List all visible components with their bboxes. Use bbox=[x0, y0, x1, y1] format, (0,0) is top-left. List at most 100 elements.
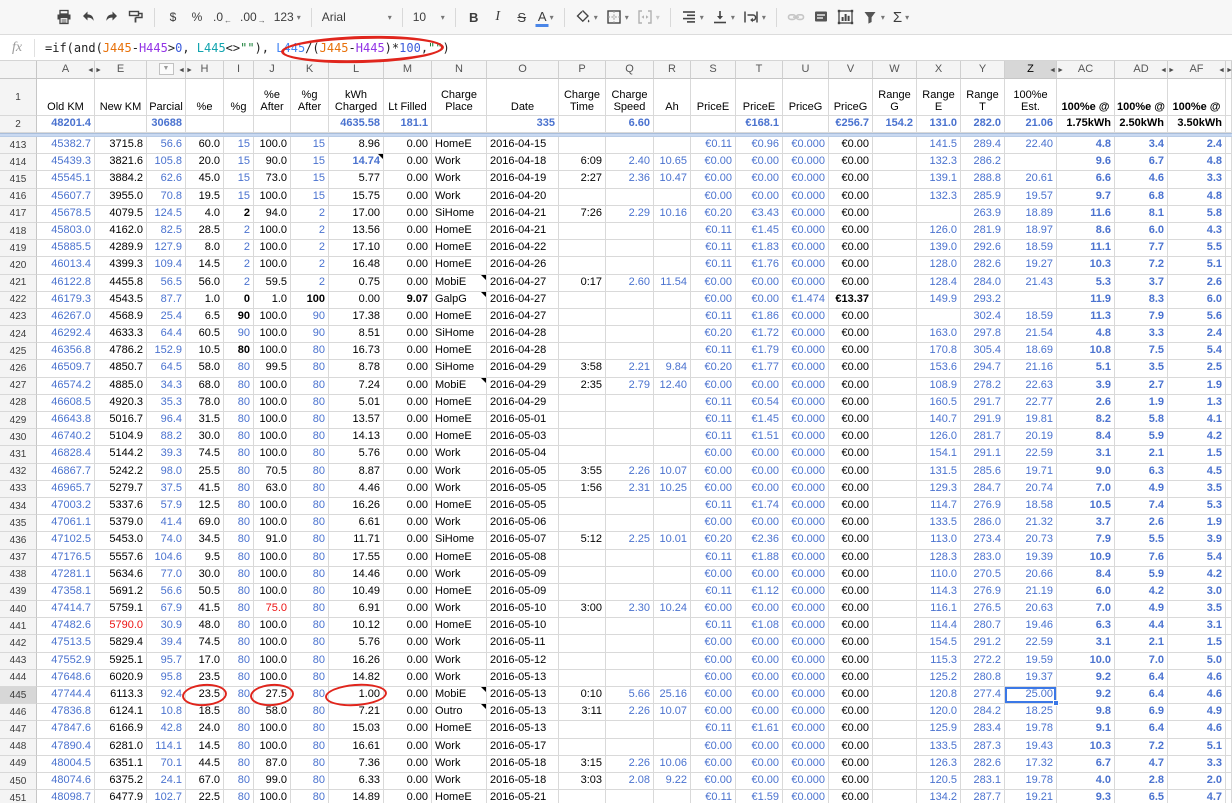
cell-Y440[interactable]: 276.5 bbox=[961, 601, 1005, 618]
cell-M418[interactable]: 0.00 bbox=[384, 223, 432, 240]
column-header-AF[interactable]: ▶◀AF bbox=[1168, 61, 1226, 79]
cell-J436[interactable]: 91.0 bbox=[254, 532, 291, 549]
cell-P425[interactable] bbox=[559, 343, 606, 360]
cell-I418[interactable]: 2 bbox=[224, 223, 254, 240]
cell-W429[interactable] bbox=[873, 412, 917, 429]
cell-Z441[interactable]: 19.46 bbox=[1005, 618, 1057, 635]
row-header-437[interactable]: 437 bbox=[0, 550, 37, 567]
row-header-2[interactable]: 2 bbox=[0, 116, 37, 133]
cell-L430[interactable]: 14.13 bbox=[329, 429, 384, 446]
row-header-419[interactable]: 419 bbox=[0, 240, 37, 257]
undo-button[interactable] bbox=[76, 4, 100, 30]
cell-R424[interactable] bbox=[654, 326, 691, 343]
cell-I422[interactable]: 0 bbox=[224, 292, 254, 309]
cell-J440[interactable]: 75.0 bbox=[254, 601, 291, 618]
cell-F440[interactable]: 67.9 bbox=[147, 601, 186, 618]
cell-T445[interactable]: €0.00 bbox=[736, 687, 783, 704]
cell-S444[interactable]: €0.00 bbox=[691, 670, 736, 687]
cell-K435[interactable]: 80 bbox=[291, 515, 329, 532]
column-header-J[interactable]: J bbox=[254, 61, 291, 79]
cell-S1[interactable]: PriceE bbox=[691, 79, 736, 116]
cell-N425[interactable]: HomeE bbox=[432, 343, 487, 360]
cell-S438[interactable]: €0.00 bbox=[691, 567, 736, 584]
cell-Z445[interactable]: 25.00 bbox=[1005, 687, 1057, 704]
hidden-columns-right-icon[interactable]: ▶ bbox=[1227, 67, 1231, 73]
cell-S422[interactable]: €0.00 bbox=[691, 292, 736, 309]
cell-P413[interactable] bbox=[559, 137, 606, 154]
cell-T1[interactable]: PriceE bbox=[736, 79, 783, 116]
cell-Q440[interactable]: 2.30 bbox=[606, 601, 654, 618]
cell-N420[interactable]: HomeE bbox=[432, 257, 487, 274]
cell-I434[interactable]: 80 bbox=[224, 498, 254, 515]
cell-M434[interactable]: 0.00 bbox=[384, 498, 432, 515]
cell-X433[interactable]: 129.3 bbox=[917, 481, 961, 498]
cell-J450[interactable]: 99.0 bbox=[254, 773, 291, 790]
cell-X419[interactable]: 139.0 bbox=[917, 240, 961, 257]
cell-W422[interactable] bbox=[873, 292, 917, 309]
cell-V439[interactable]: €0.00 bbox=[829, 584, 873, 601]
cell-S450[interactable]: €0.00 bbox=[691, 773, 736, 790]
cell-Q437[interactable] bbox=[606, 550, 654, 567]
cell-N434[interactable]: HomeE bbox=[432, 498, 487, 515]
cell-I432[interactable]: 80 bbox=[224, 464, 254, 481]
cell-V422[interactable]: €13.37 bbox=[829, 292, 873, 309]
cell-V450[interactable]: €0.00 bbox=[829, 773, 873, 790]
cell-AC432[interactable]: 9.0 bbox=[1057, 464, 1115, 481]
cell-R419[interactable] bbox=[654, 240, 691, 257]
column-header-T[interactable]: T bbox=[736, 61, 783, 79]
cell-Y1[interactable]: Range T bbox=[961, 79, 1005, 116]
cell-AC429[interactable]: 8.2 bbox=[1057, 412, 1115, 429]
cell-F427[interactable]: 34.3 bbox=[147, 378, 186, 395]
cell-N422[interactable]: GalpG bbox=[432, 292, 487, 309]
cell-I421[interactable]: 2 bbox=[224, 275, 254, 292]
row-header-433[interactable]: 433 bbox=[0, 481, 37, 498]
cell-Z427[interactable]: 22.63 bbox=[1005, 378, 1057, 395]
cell-V427[interactable]: €0.00 bbox=[829, 378, 873, 395]
cell-H436[interactable]: 34.5 bbox=[186, 532, 224, 549]
cell-F425[interactable]: 152.9 bbox=[147, 343, 186, 360]
cell-A424[interactable]: 46292.4 bbox=[37, 326, 95, 343]
cell-Y420[interactable]: 282.6 bbox=[961, 257, 1005, 274]
cell-AC425[interactable]: 10.8 bbox=[1057, 343, 1115, 360]
cell-AF1[interactable]: 100%e @ bbox=[1168, 79, 1226, 116]
cell-X426[interactable]: 153.6 bbox=[917, 360, 961, 377]
cell-W448[interactable] bbox=[873, 739, 917, 756]
cell-L2[interactable]: 4635.58 bbox=[329, 116, 384, 133]
cell-N432[interactable]: Work bbox=[432, 464, 487, 481]
cell-U429[interactable]: €0.000 bbox=[783, 412, 829, 429]
cell-AF423[interactable]: 5.6 bbox=[1168, 309, 1226, 326]
cell-K450[interactable]: 80 bbox=[291, 773, 329, 790]
cell-O417[interactable]: 2016-04-21 bbox=[487, 206, 559, 223]
cell-H449[interactable]: 44.5 bbox=[186, 756, 224, 773]
cell-U425[interactable]: €0.000 bbox=[783, 343, 829, 360]
cell-Q451[interactable] bbox=[606, 790, 654, 803]
cell-H428[interactable]: 78.0 bbox=[186, 395, 224, 412]
cell-Q421[interactable]: 2.60 bbox=[606, 275, 654, 292]
cell-K441[interactable]: 80 bbox=[291, 618, 329, 635]
cell-P444[interactable] bbox=[559, 670, 606, 687]
cell-AD441[interactable]: 4.4 bbox=[1115, 618, 1168, 635]
cell-M415[interactable]: 0.00 bbox=[384, 171, 432, 188]
cell-AD433[interactable]: 4.9 bbox=[1115, 481, 1168, 498]
cell-Q429[interactable] bbox=[606, 412, 654, 429]
cell-AC426[interactable]: 5.1 bbox=[1057, 360, 1115, 377]
cell-H1[interactable]: %e bbox=[186, 79, 224, 116]
cell-R2[interactable] bbox=[654, 116, 691, 133]
cell-AC436[interactable]: 7.9 bbox=[1057, 532, 1115, 549]
vertical-align-button[interactable]: ▾ bbox=[708, 4, 739, 30]
cell-M446[interactable]: 0.00 bbox=[384, 704, 432, 721]
cell-A443[interactable]: 47552.9 bbox=[37, 653, 95, 670]
hidden-columns-right-icon[interactable]: ▶ bbox=[187, 67, 191, 73]
cell-F447[interactable]: 42.8 bbox=[147, 721, 186, 738]
cell-K430[interactable]: 80 bbox=[291, 429, 329, 446]
cell-I446[interactable]: 80 bbox=[224, 704, 254, 721]
cell-P434[interactable] bbox=[559, 498, 606, 515]
cell-W1[interactable]: Range G bbox=[873, 79, 917, 116]
cell-X1[interactable]: Range E bbox=[917, 79, 961, 116]
cell-AF425[interactable]: 5.4 bbox=[1168, 343, 1226, 360]
cell-S439[interactable]: €0.11 bbox=[691, 584, 736, 601]
cell-AF441[interactable]: 3.1 bbox=[1168, 618, 1226, 635]
cell-Q447[interactable] bbox=[606, 721, 654, 738]
cell-A445[interactable]: 47744.4 bbox=[37, 687, 95, 704]
cell-L417[interactable]: 17.00 bbox=[329, 206, 384, 223]
